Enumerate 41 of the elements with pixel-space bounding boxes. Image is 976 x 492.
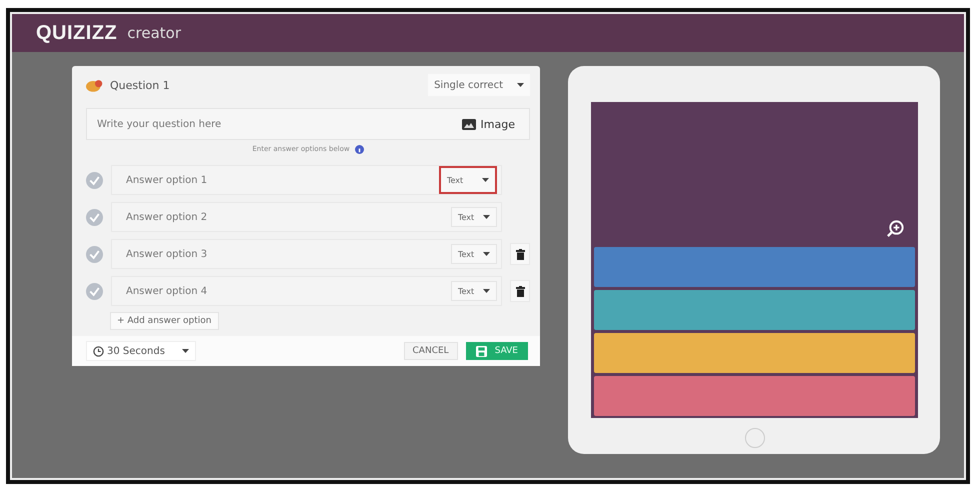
cancel-button[interactable]: CANCEL bbox=[404, 342, 458, 360]
answer-field[interactable]: Answer option 2 Text bbox=[111, 202, 502, 232]
caret-icon bbox=[483, 289, 490, 293]
timer-dropdown[interactable]: 30 Seconds bbox=[86, 341, 196, 361]
image-icon bbox=[462, 118, 476, 130]
answer-tile[interactable] bbox=[594, 247, 915, 287]
check-icon[interactable] bbox=[86, 208, 103, 226]
zoom-in-icon[interactable] bbox=[886, 219, 905, 238]
answer-tile[interactable] bbox=[594, 333, 915, 373]
clock-icon bbox=[93, 346, 104, 356]
caret-icon bbox=[517, 83, 524, 87]
format-dropdown[interactable]: Text bbox=[451, 244, 497, 264]
delete-button[interactable] bbox=[510, 243, 530, 265]
caret-icon bbox=[182, 349, 189, 353]
format-dropdown[interactable]: Text bbox=[439, 166, 497, 194]
question-field[interactable]: Write your question here Image bbox=[86, 108, 530, 140]
format-dropdown[interactable]: Text bbox=[451, 207, 497, 227]
check-icon[interactable] bbox=[86, 282, 103, 300]
delete-button[interactable] bbox=[510, 280, 530, 302]
question-icon bbox=[86, 78, 104, 92]
answer-tile[interactable] bbox=[594, 376, 915, 416]
trash-icon bbox=[516, 286, 524, 296]
save-icon bbox=[476, 346, 487, 356]
caret-icon bbox=[483, 252, 490, 256]
header-subtitle: creator bbox=[127, 24, 181, 42]
answer-field[interactable]: Answer option 4 Text bbox=[111, 276, 502, 306]
caret-icon bbox=[482, 178, 489, 182]
info-icon bbox=[354, 144, 364, 154]
question-title: Question 1 bbox=[110, 78, 170, 92]
answer-field[interactable]: Answer option 1 Text bbox=[111, 165, 502, 195]
add-answer-button[interactable]: + Add answer option bbox=[110, 312, 219, 330]
trash-icon bbox=[516, 248, 524, 260]
check-icon[interactable] bbox=[86, 246, 103, 262]
answer-tile[interactable] bbox=[594, 290, 915, 330]
image-button[interactable]: Image bbox=[456, 116, 521, 132]
format-dropdown[interactable]: Text bbox=[451, 281, 497, 301]
answer-field[interactable]: Answer option 3 Text bbox=[111, 239, 502, 269]
check-icon[interactable] bbox=[86, 172, 103, 188]
question-type-dropdown[interactable]: Single correct bbox=[428, 74, 530, 96]
caret-icon bbox=[483, 215, 490, 219]
logo: QUIZIZZ bbox=[36, 22, 118, 44]
